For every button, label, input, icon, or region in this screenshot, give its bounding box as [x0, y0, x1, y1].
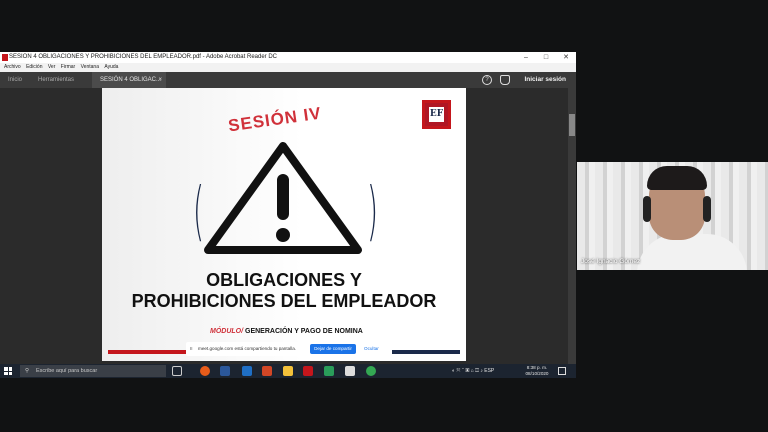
tab-document-label: SESIÓN 4 OBLIGAC... — [100, 77, 162, 83]
search-placeholder: Escribe aquí para buscar — [36, 368, 98, 374]
scrollbar-thumb[interactable] — [569, 114, 575, 136]
excel-icon[interactable] — [324, 366, 334, 376]
hide-button[interactable]: Ocultar — [364, 342, 379, 356]
powerpoint-icon[interactable] — [262, 366, 272, 376]
participant-hair — [647, 166, 707, 190]
acrobat-taskbar-icon[interactable] — [303, 366, 313, 376]
slide-heading-line2: PROHIBICIONES DEL EMPLEADOR — [131, 291, 437, 311]
right-parenthesis: ) — [366, 175, 379, 249]
logo-text: EF — [429, 107, 444, 122]
menu-bar: Archivo Edición Ver Firmar Ventana Ayuda — [0, 63, 576, 72]
screen-share-bar: II meet.google.com está compartiendo tu … — [186, 342, 390, 356]
headphone-icon — [643, 196, 651, 222]
close-tab-icon[interactable]: × — [158, 72, 162, 88]
word-icon[interactable] — [220, 366, 230, 376]
menu-edicion[interactable]: Edición — [26, 64, 42, 70]
chrome-icon[interactable] — [366, 366, 376, 376]
module-value: GENERACIÓN Y PAGO DE NOMINA — [245, 328, 363, 335]
help-icon[interactable]: ? — [482, 75, 492, 85]
participant-name: José Ignacio Gómez — [581, 258, 641, 265]
search-icon: ⚲ — [25, 368, 30, 374]
chat-icon[interactable] — [345, 366, 355, 376]
menu-ver[interactable]: Ver — [48, 64, 56, 70]
maximize-button[interactable]: □ — [540, 52, 552, 63]
pdf-page: EF SESIÓN IV ( ) OBLIGACIONES Y PROHIBIC… — [102, 88, 466, 361]
module-line: MÓDULO/ GENERACIÓN Y PAGO DE NOMINA — [210, 328, 363, 335]
participant-video[interactable]: José Ignacio Gómez — [577, 162, 768, 270]
menu-ventana[interactable]: Ventana — [81, 64, 99, 70]
acrobat-app-icon — [2, 54, 8, 61]
module-label: MÓDULO/ — [210, 328, 244, 335]
windows-taskbar: ⚲ Escribe aquí para buscar ◐ ⤧ ⌃ ▣ ⌂ ◫ ♪… — [0, 364, 576, 378]
bell-icon[interactable] — [500, 75, 510, 85]
windows-logo-icon — [4, 367, 8, 371]
tab-document[interactable]: SESIÓN 4 OBLIGAC... × — [92, 72, 166, 88]
pause-icon: II — [190, 346, 193, 351]
menu-ayuda[interactable]: Ayuda — [104, 64, 118, 70]
minimize-button[interactable]: – — [520, 52, 532, 63]
taskbar-search[interactable]: ⚲ Escribe aquí para buscar — [20, 365, 166, 377]
notification-icon[interactable] — [558, 367, 566, 375]
headphone-icon — [703, 196, 711, 222]
tab-herramientas[interactable]: Herramientas — [38, 72, 74, 88]
tab-inicio[interactable]: Inicio — [8, 72, 22, 88]
tab-bar: Inicio Herramientas SESIÓN 4 OBLIGAC... … — [0, 72, 576, 88]
window-title: SESION 4 OBLIGACIONES Y PROHIBICIONES DE… — [9, 54, 277, 60]
warning-icon — [204, 142, 362, 254]
system-tray: ◐ ⤧ ⌃ ▣ ⌂ ◫ ♪ ESP — [452, 364, 494, 378]
share-message: meet.google.com está compartiendo tu pan… — [198, 346, 297, 351]
file-explorer-icon[interactable] — [283, 366, 293, 376]
menu-firmar[interactable]: Firmar — [61, 64, 75, 70]
firefox-icon[interactable] — [200, 366, 210, 376]
clock-date: 08/10/2020 — [525, 371, 549, 376]
slide-heading-line1: OBLIGACIONES Y — [206, 270, 362, 290]
menu-archivo[interactable]: Archivo — [4, 64, 21, 70]
language-indicator[interactable]: ESP — [484, 368, 494, 374]
taskbar-clock[interactable]: 8:38 p. m. 08/10/2020 — [524, 365, 550, 377]
window-titlebar: SESION 4 OBLIGACIONES Y PROHIBICIONES DE… — [0, 52, 576, 63]
signin-button[interactable]: Iniciar sesión — [524, 72, 566, 88]
task-view-icon[interactable] — [172, 366, 182, 376]
start-button[interactable] — [4, 367, 12, 375]
app-icon-blue[interactable] — [242, 366, 252, 376]
company-logo: EF — [422, 100, 451, 129]
navy-stripe — [392, 350, 460, 354]
tray-icons[interactable]: ◐ ⤧ ⌃ ▣ ⌂ ◫ ♪ — [452, 368, 484, 374]
shared-screen: SESION 4 OBLIGACIONES Y PROHIBICIONES DE… — [0, 52, 576, 378]
stop-sharing-button[interactable]: Dejar de compartir — [310, 344, 356, 354]
close-window-button[interactable]: ✕ — [560, 52, 572, 63]
